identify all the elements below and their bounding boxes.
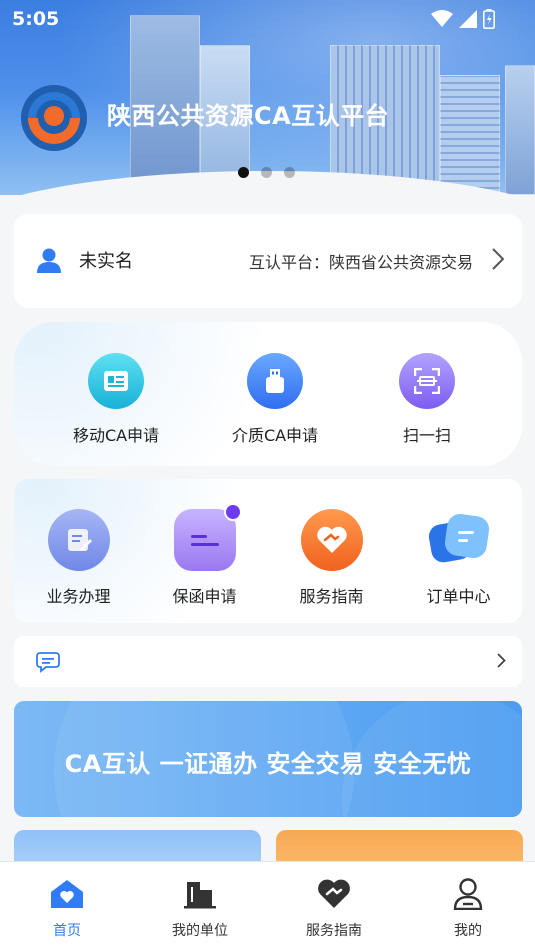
- tab-label: 首页: [53, 923, 81, 939]
- carousel-dot[interactable]: [284, 167, 295, 178]
- app-logo: [21, 85, 87, 151]
- guarantee-icon: [173, 503, 242, 571]
- ca-action-label: 扫一扫: [402, 426, 451, 445]
- service-label: 业务办理: [46, 587, 111, 606]
- status-bar: 5:05: [0, 0, 535, 38]
- scan-button[interactable]: 扫一扫: [352, 353, 502, 446]
- ca-actions-card: 移动CA申请 介质CA申请 扫一扫: [14, 322, 522, 466]
- bottom-tab-bar: 首页 我的单位 服务指南 我的: [0, 861, 535, 951]
- edit-document-icon: [47, 509, 110, 571]
- services-card: 业务办理 保函申请 服务指南 订单中心: [14, 479, 522, 623]
- tab-label: 我的: [454, 923, 482, 939]
- service-label: 订单中心: [426, 587, 491, 606]
- service-label: 服务指南: [299, 587, 364, 606]
- wifi-icon: [431, 10, 453, 27]
- status-icons: [431, 9, 495, 29]
- guarantee-apply-button[interactable]: 保函申请: [142, 503, 267, 607]
- slogan-text: CA互认 一证通办 安全交易 安全无忧: [64, 750, 472, 778]
- order-chat-icon: [428, 509, 490, 571]
- service-guide-button[interactable]: 服务指南: [269, 509, 394, 607]
- message-icon: [36, 652, 60, 673]
- tab-label: 我的单位: [172, 923, 228, 939]
- usb-key-icon: [247, 353, 303, 409]
- platform-label: 互认平台：陕西省公共资源交易: [249, 253, 474, 272]
- building-icon: [145, 876, 255, 912]
- person-icon: [413, 876, 523, 912]
- user-icon: [37, 248, 61, 273]
- order-center-button[interactable]: 订单中心: [396, 509, 521, 607]
- header-banner[interactable]: 5:05 陕西公共资源CA互认平台: [0, 0, 535, 195]
- carousel-dot[interactable]: [238, 167, 249, 178]
- chevron-right-icon[interactable]: [497, 653, 506, 668]
- user-name: 未实名: [79, 251, 133, 272]
- carousel-indicator: [238, 167, 295, 178]
- tab-home[interactable]: 首页: [12, 876, 122, 940]
- service-label: 保函申请: [172, 587, 237, 606]
- media-ca-apply-button[interactable]: 介质CA申请: [200, 353, 350, 446]
- banner-building: [505, 65, 535, 195]
- heart-handshake-icon: [300, 509, 363, 571]
- chevron-right-icon[interactable]: [492, 248, 504, 270]
- handshake-heart-icon: [279, 876, 389, 912]
- home-heart-icon: [12, 876, 122, 912]
- app-title: 陕西公共资源CA互认平台: [107, 102, 390, 130]
- status-time: 5:05: [12, 8, 60, 30]
- tab-mine[interactable]: 我的: [413, 876, 523, 940]
- ca-action-label: 移动CA申请: [72, 426, 160, 445]
- tab-label: 服务指南: [306, 923, 362, 939]
- banner-building: [440, 75, 500, 195]
- user-card[interactable]: 未实名 互认平台：陕西省公共资源交易: [14, 214, 522, 308]
- mobile-card-icon: [88, 353, 144, 409]
- tab-service-guide[interactable]: 服务指南: [279, 876, 389, 940]
- carousel-dot[interactable]: [261, 167, 272, 178]
- notification-badge: [223, 503, 242, 521]
- slogan-banner[interactable]: CA互认 一证通办 安全交易 安全无忧: [14, 701, 522, 817]
- battery-icon: [483, 9, 495, 29]
- scan-icon: [399, 353, 455, 409]
- signal-icon: [459, 10, 477, 28]
- mobile-ca-apply-button[interactable]: 移动CA申请: [41, 353, 191, 446]
- ca-action-label: 介质CA申请: [231, 426, 319, 445]
- business-handling-button[interactable]: 业务办理: [16, 509, 141, 607]
- tab-my-unit[interactable]: 我的单位: [145, 876, 255, 940]
- notice-bar[interactable]: [14, 636, 522, 687]
